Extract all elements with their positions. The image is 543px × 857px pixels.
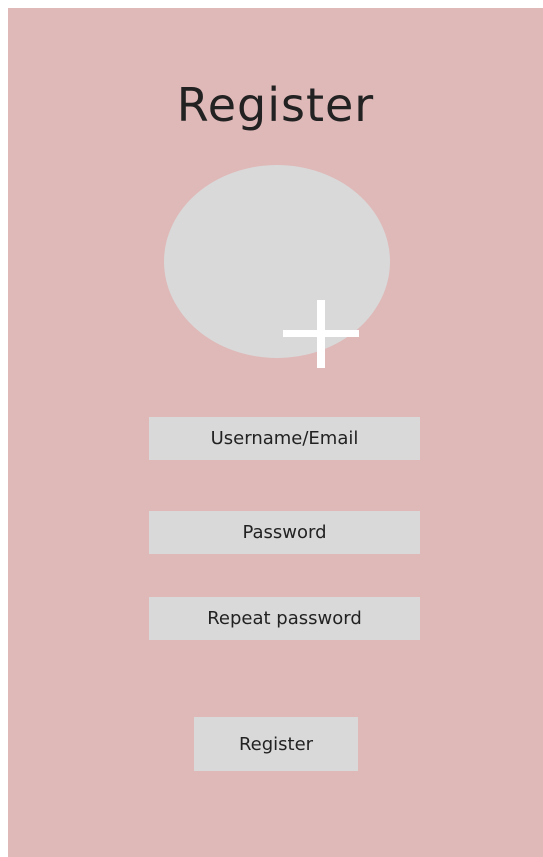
repeat-password-placeholder: Repeat password (207, 608, 362, 629)
password-placeholder: Password (242, 522, 327, 543)
password-field[interactable]: Password (149, 511, 420, 554)
plus-icon-horizontal-bar (283, 330, 359, 337)
username-email-placeholder: Username/Email (210, 428, 359, 449)
repeat-password-field[interactable]: Repeat password (149, 597, 420, 640)
register-screen: Register Username/Email Password Repeat … (8, 8, 543, 857)
username-email-field[interactable]: Username/Email (149, 417, 420, 460)
page-title: Register (176, 78, 375, 132)
add-photo-plus-icon[interactable] (283, 300, 359, 368)
register-button-label: Register (238, 733, 314, 755)
register-button[interactable]: Register (194, 717, 358, 771)
